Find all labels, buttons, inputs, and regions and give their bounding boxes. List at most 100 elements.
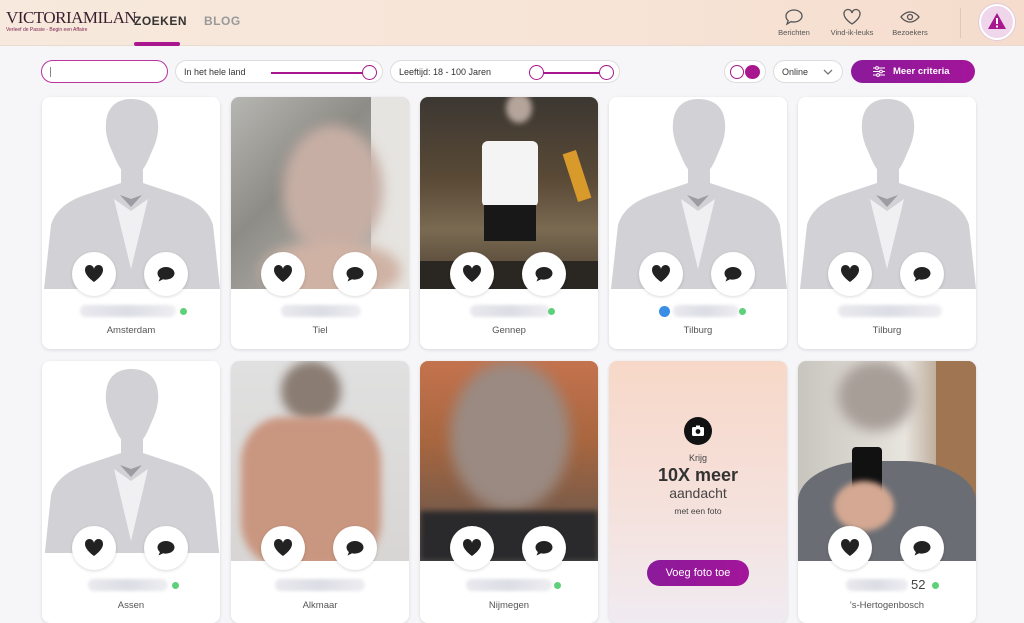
blurred-name [470, 305, 550, 317]
verified-badge-icon [659, 306, 670, 317]
toggle-circle-icon [730, 65, 744, 79]
city-label: 's-Hertogenbosch [849, 600, 925, 611]
age-min-handle[interactable] [529, 65, 544, 80]
profile-photo [231, 97, 409, 289]
like-button[interactable] [828, 526, 872, 570]
profile-photo [420, 97, 598, 289]
promo-line-1: Krijg [688, 453, 707, 463]
heart-icon [84, 538, 104, 556]
blurred-name [466, 579, 552, 591]
chat-bubble-icon [346, 541, 364, 556]
message-button[interactable] [711, 252, 755, 296]
message-button[interactable] [144, 252, 188, 296]
chat-bubble-icon [913, 267, 931, 282]
silhouette-icon [800, 99, 976, 289]
age-label: Leeftijd: 18 - 100 Jaren [399, 67, 492, 77]
city-label: Gennep [492, 325, 526, 336]
heart-icon [840, 264, 860, 282]
age-slider-track [537, 72, 607, 74]
message-button[interactable] [144, 526, 188, 570]
chat-bubble-icon [535, 267, 553, 282]
age-max-handle[interactable] [599, 65, 614, 80]
message-button[interactable] [522, 252, 566, 296]
like-button[interactable] [72, 252, 116, 296]
online-select[interactable]: Online [773, 60, 843, 83]
profile-card[interactable]: Nijmegen [420, 361, 598, 623]
more-criteria-button[interactable]: Meer criteria [851, 60, 975, 83]
messages-link[interactable]: Berichten [764, 8, 824, 37]
like-button[interactable] [639, 252, 683, 296]
message-button[interactable] [333, 526, 377, 570]
message-button[interactable] [900, 526, 944, 570]
chat-bubble-icon [913, 541, 931, 556]
eye-icon [900, 11, 920, 23]
chevron-down-icon [823, 69, 833, 75]
chat-bubble-icon [157, 541, 175, 556]
profile-card[interactable]: Gennep [420, 97, 598, 349]
search-input[interactable] [41, 60, 168, 83]
age-label: 52 [911, 577, 926, 592]
likes-link[interactable]: Vind-ik-leuks [822, 8, 882, 37]
location-filter[interactable]: In het hele land [175, 60, 383, 83]
blurred-name [846, 579, 908, 591]
heart-icon [843, 8, 861, 25]
like-button[interactable] [72, 526, 116, 570]
profile-card[interactable]: 52 's-Hertogenbosch [798, 361, 976, 623]
logo[interactable]: VICTORIAMILAN Verleef de Passie - Begin … [6, 8, 137, 38]
profile-card[interactable]: Tilburg [609, 97, 787, 349]
profile-photo [798, 361, 976, 561]
add-photo-promo-card: Krijg 10X meer aandacht met een foto Voe… [609, 361, 787, 623]
online-indicator [554, 582, 561, 589]
like-button[interactable] [450, 526, 494, 570]
like-button[interactable] [828, 252, 872, 296]
city-label: Nijmegen [488, 600, 530, 611]
location-label: In het hele land [184, 67, 246, 77]
profile-card[interactable]: Tiel [231, 97, 409, 349]
placeholder-photo [42, 97, 220, 289]
tab-blog[interactable]: BLOG [204, 14, 241, 28]
silhouette-icon [44, 99, 220, 289]
online-indicator [739, 308, 746, 315]
online-select-value: Online [782, 67, 809, 77]
blurred-name [281, 305, 361, 317]
placeholder-photo [798, 97, 976, 289]
profile-photo [231, 361, 409, 561]
profile-card[interactable]: Amsterdam [42, 97, 220, 349]
chat-bubble-icon [346, 267, 364, 282]
city-label: Tilburg [683, 325, 713, 336]
message-button[interactable] [333, 252, 377, 296]
blurred-name [673, 305, 739, 317]
likes-label: Vind-ik-leuks [830, 28, 874, 37]
chat-bubble-icon [785, 9, 803, 26]
photo-toggle[interactable] [724, 60, 766, 83]
heart-icon [273, 264, 293, 282]
add-photo-button[interactable]: Voeg foto toe [647, 560, 749, 586]
message-button[interactable] [522, 526, 566, 570]
placeholder-photo [609, 97, 787, 289]
profile-card[interactable]: Tilburg [798, 97, 976, 349]
profile-card[interactable]: Alkmaar [231, 361, 409, 623]
active-tab-indicator [134, 42, 180, 46]
like-button[interactable] [261, 526, 305, 570]
blurred-name [80, 305, 176, 317]
blurred-name [275, 579, 365, 591]
text-caret [50, 67, 51, 77]
message-button[interactable] [900, 252, 944, 296]
online-indicator [180, 308, 187, 315]
no-photo-icon [745, 65, 760, 79]
location-slider-handle[interactable] [362, 65, 377, 80]
avatar[interactable] [979, 4, 1015, 40]
blurred-name [838, 305, 942, 317]
placeholder-photo [42, 361, 220, 553]
like-button[interactable] [450, 252, 494, 296]
age-filter[interactable]: Leeftijd: 18 - 100 Jaren [390, 60, 620, 83]
tab-zoeken[interactable]: ZOEKEN [134, 14, 187, 28]
visitors-link[interactable]: Bezoekers [880, 8, 940, 37]
city-label: Amsterdam [106, 325, 156, 336]
heart-icon [462, 264, 482, 282]
location-slider-track [271, 72, 367, 74]
silhouette-icon [44, 369, 220, 553]
profile-card[interactable]: Assen [42, 361, 220, 623]
heart-icon [273, 538, 293, 556]
like-button[interactable] [261, 252, 305, 296]
